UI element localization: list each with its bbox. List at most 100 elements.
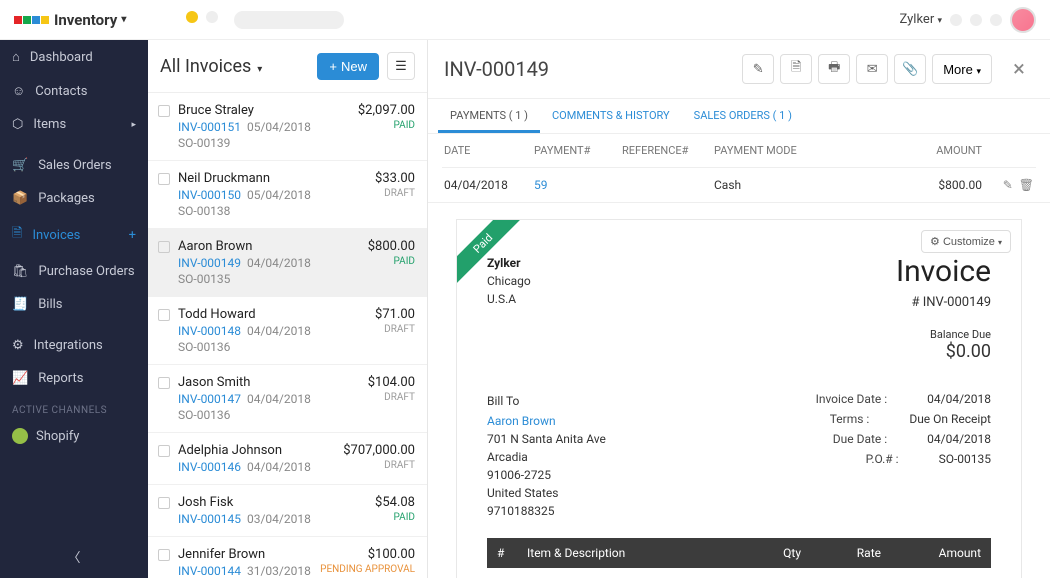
invoice-row[interactable]: Bruce Straley$2,097.00 INV-000151 05/04/… — [148, 93, 427, 161]
company-country: U.S.A — [487, 290, 531, 308]
new-button[interactable]: +New — [317, 53, 379, 80]
status-badge: DRAFT — [384, 324, 415, 338]
amount: $2,097.00 — [358, 103, 415, 118]
delete-icon[interactable]: 🗑 — [1019, 178, 1034, 192]
pdf-button[interactable]: 🗎 — [780, 54, 812, 84]
invoice-number-link[interactable]: INV-000144 — [178, 564, 241, 578]
print-button[interactable]: 🖶 — [818, 54, 850, 84]
invoice-number-link[interactable]: INV-000150 — [178, 188, 241, 202]
dot-icon — [186, 11, 198, 23]
tab-comments[interactable]: COMMENTS & HISTORY — [540, 99, 682, 133]
amount: $707,000.00 — [343, 443, 415, 458]
cart-icon: 🛒 — [12, 158, 28, 173]
close-icon: × — [1013, 57, 1025, 82]
edit-button[interactable]: ✎ — [742, 54, 774, 84]
row-checkbox[interactable] — [158, 497, 170, 509]
sidebar-item-contacts[interactable]: ☺Contacts — [0, 74, 148, 108]
customize-button[interactable]: ⚙ Customize ▾ — [921, 230, 1011, 253]
app-logo[interactable]: Inventory ▾ — [14, 11, 126, 29]
invoice-number: # INV-000149 — [896, 295, 991, 310]
sidebar-item-dashboard[interactable]: ⌂Dashboard — [0, 40, 148, 74]
sidebar-item-bills[interactable]: 🧾Bills — [0, 288, 148, 321]
caret-down-icon: ▾ — [937, 16, 942, 26]
row-checkbox[interactable] — [158, 445, 170, 457]
org-switcher[interactable]: Zylker ▾ — [900, 12, 942, 27]
tab-sales-orders[interactable]: SALES ORDERS ( 1 ) — [682, 99, 804, 133]
attach-button[interactable]: 📎 — [894, 54, 926, 84]
chevron-left-icon: 〈 — [67, 551, 80, 566]
tab-payments[interactable]: PAYMENTS ( 1 ) — [438, 99, 540, 133]
sidebar-item-packages[interactable]: 📦Packages — [0, 182, 148, 215]
line-item: 1 ABC ITEM 80.00pcs 10.00 800.00 — [487, 568, 991, 578]
sidebar-item-invoices[interactable]: 🗎Invoices+ — [0, 215, 148, 255]
invoice-row[interactable]: Jason Smith$104.00 INV-000147 04/04/2018… — [148, 365, 427, 433]
invoice-row[interactable]: Neil Druckmann$33.00 INV-000150 05/04/20… — [148, 161, 427, 229]
row-checkbox[interactable] — [158, 549, 170, 561]
so-number: SO-00135 — [178, 272, 415, 286]
sidebar-collapse-button[interactable]: 〈 — [0, 541, 148, 572]
bill-to-name[interactable]: Aaron Brown — [487, 412, 606, 430]
receipt-icon: 🧾 — [12, 297, 28, 312]
row-checkbox[interactable] — [158, 309, 170, 321]
invoice-number-link[interactable]: INV-000147 — [178, 392, 241, 406]
list-title[interactable]: All Invoices▾ — [160, 56, 262, 77]
status-badge: DRAFT — [384, 188, 415, 202]
mail-button[interactable]: ✉ — [856, 54, 888, 84]
customer-name: Aaron Brown — [178, 239, 252, 254]
invoice-row[interactable]: Todd Howard$71.00 INV-000148 04/04/2018D… — [148, 297, 427, 365]
invoice-number-link[interactable]: INV-000149 — [178, 256, 241, 270]
caret-down-icon: ▾ — [257, 64, 262, 75]
channel-shopify[interactable]: Shopify — [0, 420, 148, 452]
sidebar: ⌂Dashboard ☺Contacts ⬡Items▸ 🛒Sales Orde… — [0, 40, 148, 578]
invoice-number-link[interactable]: INV-000148 — [178, 324, 241, 338]
status-badge: PAID — [394, 512, 415, 526]
balance-due-value: $0.00 — [896, 341, 991, 362]
sidebar-item-reports[interactable]: 📈Reports — [0, 362, 148, 395]
invoice-row[interactable]: Jennifer Brown$100.00 INV-000144 31/03/2… — [148, 537, 427, 578]
col-reference: REFERENCE# — [622, 144, 714, 157]
detail-pane: INV-000149 ✎ 🗎 🖶 ✉ 📎 More ▾ × PAYMENTS (… — [428, 40, 1050, 578]
close-button[interactable]: × — [1004, 54, 1034, 84]
status-badge: PAID — [394, 256, 415, 270]
plug-icon: ⚙ — [12, 338, 24, 353]
hamburger-icon: ☰ — [395, 59, 407, 74]
so-number: SO-00139 — [178, 136, 415, 150]
sidebar-item-sales-orders[interactable]: 🛒Sales Orders — [0, 149, 148, 182]
invoice-row[interactable]: Adelphia Johnson$707,000.00 INV-000146 0… — [148, 433, 427, 485]
invoice-number-link[interactable]: INV-000151 — [178, 120, 241, 134]
row-checkbox[interactable] — [158, 241, 170, 253]
pdf-icon: 🗎 — [791, 58, 801, 80]
row-checkbox[interactable] — [158, 377, 170, 389]
invoice-row[interactable]: Josh Fisk$54.08 INV-000145 03/04/2018PAI… — [148, 485, 427, 537]
sidebar-item-integrations[interactable]: ⚙Integrations — [0, 329, 148, 362]
edit-icon[interactable]: ✎ — [1003, 178, 1013, 192]
chart-icon: 📈 — [12, 371, 28, 386]
bill-to-label: Bill To — [487, 392, 606, 410]
invoice-row[interactable]: Aaron Brown$800.00 INV-000149 04/04/2018… — [148, 229, 427, 297]
col-payment-num: PAYMENT# — [534, 144, 622, 157]
avatar[interactable] — [1010, 7, 1036, 33]
more-button[interactable]: More ▾ — [932, 54, 992, 84]
search-stub[interactable] — [234, 11, 344, 29]
sidebar-item-items[interactable]: ⬡Items▸ — [0, 108, 148, 141]
col-mode: PAYMENT MODE — [714, 144, 904, 157]
customer-name: Bruce Straley — [178, 103, 254, 118]
printer-icon: 🖶 — [828, 58, 840, 80]
payment-row[interactable]: 04/04/2018 59 Cash $800.00 ✎🗑 — [442, 168, 1036, 202]
so-number: SO-00136 — [178, 340, 415, 354]
row-checkbox[interactable] — [158, 173, 170, 185]
document-icon: 🗎 — [12, 224, 22, 246]
list-menu-button[interactable]: ☰ — [387, 52, 415, 80]
payment-link[interactable]: 59 — [534, 178, 622, 192]
invoice-number-link[interactable]: INV-000145 — [178, 512, 241, 526]
sidebar-item-purchase-orders[interactable]: 🛍Purchase Orders — [0, 255, 148, 288]
invoice-number-link[interactable]: INV-000146 — [178, 460, 241, 474]
chevron-down-icon: ▾ — [121, 14, 126, 25]
plus-icon[interactable]: + — [129, 228, 136, 243]
plus-icon: + — [329, 59, 337, 74]
col-amount: AMOUNT — [904, 144, 990, 157]
amount: $800.00 — [368, 239, 415, 254]
chevron-right-icon: ▸ — [131, 120, 136, 130]
status-badge: DRAFT — [384, 392, 415, 406]
row-checkbox[interactable] — [158, 105, 170, 117]
